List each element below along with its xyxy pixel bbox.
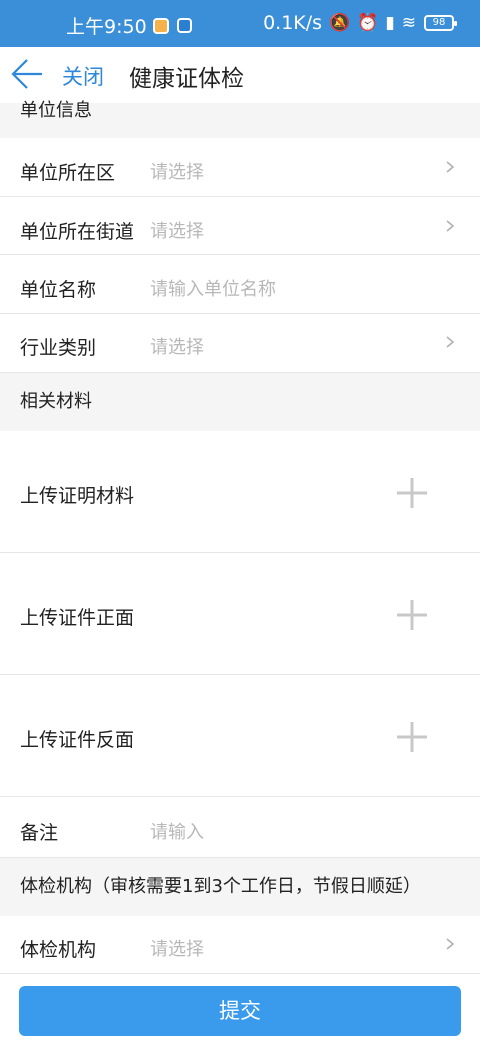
- section-title: 单位信息: [20, 100, 92, 121]
- signal-icon: ▮: [385, 13, 395, 33]
- status-bar-left: 上午9:50: [66, 12, 192, 39]
- network-speed: 0.1K/s: [263, 12, 323, 34]
- section-header-institution: 体检机构（审核需要1到3个工作日，节假日顺延）: [0, 858, 480, 916]
- plus-icon[interactable]: [396, 721, 428, 753]
- row-unit-street[interactable]: 单位所在街道 请选择: [0, 197, 480, 255]
- chevron-right-icon: [446, 336, 455, 348]
- upload-id-front[interactable]: 上传证件正面: [0, 553, 480, 675]
- submit-bar: 提交: [0, 974, 480, 1048]
- upload-id-back[interactable]: 上传证件反面: [0, 675, 480, 797]
- chevron-right-icon: [446, 220, 455, 232]
- row-label: 备注: [20, 822, 59, 844]
- status-bar: 上午9:50 0.1K/s 🔕 ⏰ ▮ ≋ 98: [0, 0, 480, 47]
- back-arrow-icon[interactable]: [10, 57, 44, 91]
- row-label: 单位所在区: [20, 162, 116, 184]
- section-title: 相关材料: [20, 391, 92, 412]
- close-button[interactable]: 关闭: [62, 61, 104, 91]
- unit-name-input[interactable]: 请输入单位名称: [150, 275, 276, 301]
- row-value: 请选择: [150, 337, 204, 358]
- row-label: 单位所在街道: [20, 221, 135, 243]
- upload-proof-material[interactable]: 上传证明材料: [0, 431, 480, 553]
- submit-button[interactable]: 提交: [19, 986, 461, 1036]
- mute-icon: 🔕: [329, 13, 351, 33]
- row-label: 单位名称: [20, 279, 97, 301]
- row-unit-district[interactable]: 单位所在区 请选择: [0, 138, 480, 197]
- plus-icon[interactable]: [396, 477, 428, 509]
- nav-bar: 关闭 健康证体检: [0, 47, 480, 103]
- row-unit-name[interactable]: 单位名称 请输入单位名称: [0, 255, 480, 314]
- row-label: 行业类别: [20, 337, 97, 359]
- alarm-icon: ⏰: [357, 13, 379, 33]
- plus-icon[interactable]: [396, 599, 428, 631]
- chevron-right-icon: [446, 938, 455, 950]
- status-bar-right: 0.1K/s 🔕 ⏰ ▮ ≋ 98: [263, 12, 457, 34]
- chevron-right-icon: [446, 161, 455, 173]
- section-header-materials: 相关材料: [0, 373, 480, 431]
- row-remark[interactable]: 备注 请输入: [0, 797, 480, 858]
- row-industry-category[interactable]: 行业类别 请选择: [0, 314, 480, 373]
- battery-icon: 98: [424, 15, 457, 31]
- row-label: 上传证件反面: [20, 729, 135, 751]
- row-label: 上传证件正面: [20, 607, 135, 629]
- wifi-icon: ≋: [401, 13, 416, 33]
- row-exam-institution[interactable]: 体检机构 请选择: [0, 916, 480, 974]
- row-label: 上传证明材料: [20, 485, 135, 507]
- row-value: 请选择: [150, 939, 204, 960]
- message-app-icon: [152, 17, 169, 34]
- row-label: 体检机构: [20, 939, 97, 961]
- section-title: 体检机构（审核需要1到3个工作日，节假日顺延）: [20, 876, 421, 897]
- browser-app-icon: [176, 18, 192, 33]
- page-title: 健康证体检: [129, 66, 244, 92]
- remark-input[interactable]: 请输入: [150, 818, 204, 844]
- status-time: 上午9:50: [66, 16, 147, 38]
- row-value: 请选择: [150, 221, 204, 242]
- row-value: 请选择: [150, 162, 204, 183]
- section-header-unit-info: 单位信息: [0, 100, 480, 138]
